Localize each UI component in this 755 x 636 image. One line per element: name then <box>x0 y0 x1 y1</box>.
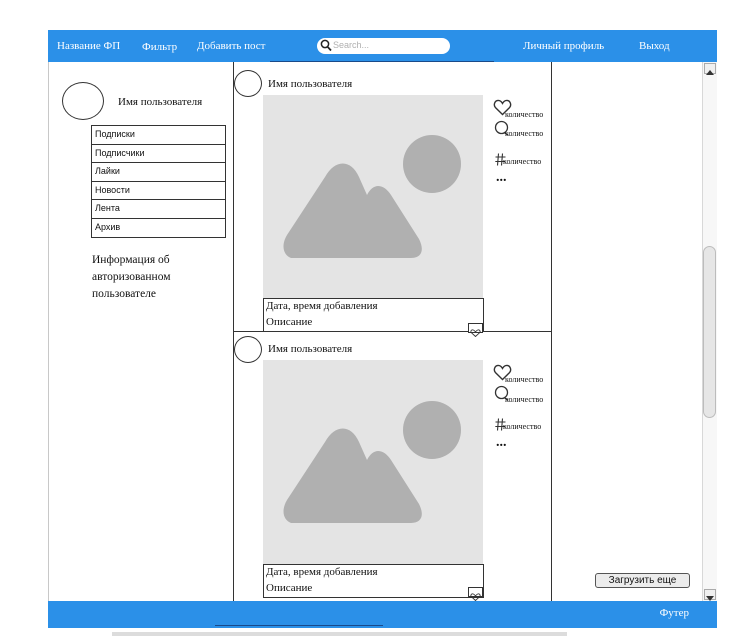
image-placeholder-icon <box>283 401 461 523</box>
user-info-text: Информация об авторизованном пользовател… <box>92 254 171 300</box>
post-avatar[interactable] <box>234 70 262 97</box>
footer-tab-underline <box>215 625 383 626</box>
sidebar-item-archive[interactable]: Архив <box>92 219 225 238</box>
comments-count: количество <box>505 129 544 138</box>
more-options-icon[interactable]: ... <box>496 435 507 451</box>
sidebar-avatar[interactable] <box>62 82 104 120</box>
post-avatar[interactable] <box>234 336 262 363</box>
more-options-icon[interactable]: ... <box>496 170 507 186</box>
post-image-placeholder <box>263 360 483 564</box>
load-more-button[interactable]: Загрузить еще <box>595 573 690 588</box>
sidebar-item-subscriptions[interactable]: Подписки <box>92 126 225 145</box>
post-description: Описание <box>266 316 313 328</box>
sidebar-item-likes[interactable]: Лайки <box>92 163 225 182</box>
profile-link[interactable]: Личный профиль <box>523 40 604 52</box>
scroll-up-button[interactable] <box>704 63 716 75</box>
post-username[interactable]: Имя пользователя <box>268 78 352 90</box>
search-input[interactable]: Search... <box>317 38 450 54</box>
post-date: Дата, время добавления <box>266 566 378 578</box>
logout-link[interactable]: Выход <box>639 40 670 52</box>
post-caption: Дата, время добавления Описание <box>263 564 484 598</box>
caption-like-button[interactable] <box>468 587 483 602</box>
feed-right-border <box>551 62 552 601</box>
footer-label: Футер <box>659 607 689 619</box>
tags-count: количество <box>503 157 542 166</box>
header-tab-underline <box>270 61 494 62</box>
post-description: Описание <box>266 582 313 594</box>
filter-link[interactable]: Фильтр <box>142 41 177 53</box>
tags-count: количество <box>503 422 542 431</box>
sidebar-item-news[interactable]: Новости <box>92 182 225 200</box>
image-placeholder-icon <box>283 135 461 258</box>
heart-icon <box>470 593 481 602</box>
app-name-link[interactable]: Название ФП <box>57 40 120 52</box>
post-date: Дата, время добавления <box>266 300 378 312</box>
sidebar-item-feed[interactable]: Лента <box>92 200 225 219</box>
post-username[interactable]: Имя пользователя <box>268 343 352 355</box>
comments-count: количество <box>505 395 544 404</box>
post-caption: Дата, время добавления Описание <box>263 298 484 332</box>
add-post-link[interactable]: Добавить пост <box>197 40 266 52</box>
caption-like-button[interactable] <box>468 323 483 338</box>
likes-count: количество <box>505 110 544 119</box>
search-icon <box>320 39 332 52</box>
sidebar-username: Имя пользователя <box>118 96 203 108</box>
arrow-up-icon <box>706 70 714 75</box>
likes-count: количество <box>505 375 544 384</box>
scroll-thumb[interactable] <box>703 246 716 418</box>
heart-icon <box>470 329 481 338</box>
search-placeholder: Search... <box>333 40 370 50</box>
sidebar-item-subscribers[interactable]: Подписчики <box>92 145 225 163</box>
sidebar-menu: Подписки Подписчики Лайки Новости Лента … <box>91 125 226 238</box>
horizontal-scrollbar[interactable] <box>112 632 567 636</box>
footer-bar: Футер <box>48 601 717 628</box>
scroll-down-button[interactable] <box>704 589 716 601</box>
post-image-placeholder <box>263 95 483 299</box>
